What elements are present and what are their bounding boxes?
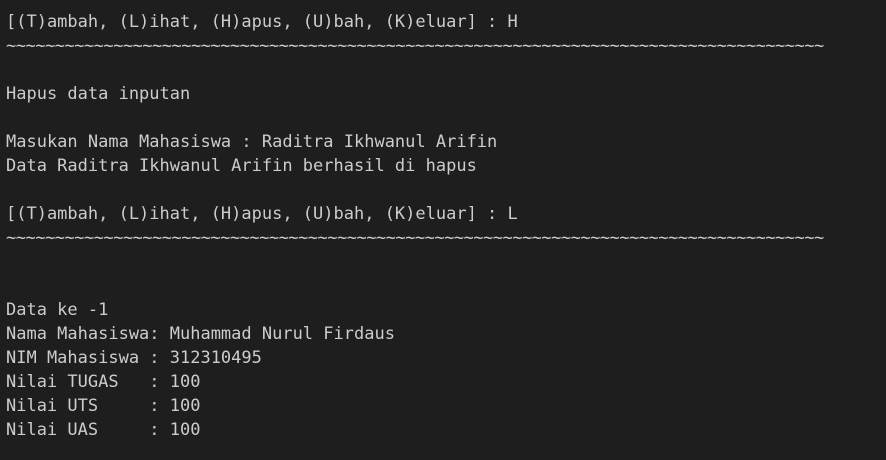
- output-line: NIM Mahasiswa : 312310495: [6, 348, 262, 368]
- output-line: Nama Mahasiswa: Muhammad Nurul Firdaus: [6, 324, 395, 344]
- terminal-output: [(T)ambah, (L)ihat, (H)apus, (U)bah, (K)…: [6, 10, 886, 442]
- output-line: [(T)ambah, (L)ihat, (H)apus, (U)bah, (K)…: [6, 12, 518, 32]
- output-line: Nilai UAS : 100: [6, 420, 201, 440]
- output-line: Nilai TUGAS : 100: [6, 372, 201, 392]
- output-line: Masukan Nama Mahasiswa : Raditra Ikhwanu…: [6, 132, 498, 152]
- output-line: Nilai UTS : 100: [6, 396, 201, 416]
- separator-line: ~~~~~~~~~~~~~~~~~~~~~~~~~~~~~~~~~~~~~~~~…: [6, 228, 824, 248]
- output-line: Data Raditra Ikhwanul Arifin berhasil di…: [6, 156, 477, 176]
- terminal-window[interactable]: [(T)ambah, (L)ihat, (H)apus, (U)bah, (K)…: [0, 0, 886, 460]
- output-line: [(T)ambah, (L)ihat, (H)apus, (U)bah, (K)…: [6, 204, 518, 224]
- separator-line: ~~~~~~~~~~~~~~~~~~~~~~~~~~~~~~~~~~~~~~~~…: [6, 36, 824, 56]
- output-line: Data ke -1: [6, 300, 109, 320]
- output-line: Hapus data inputan: [6, 84, 191, 104]
